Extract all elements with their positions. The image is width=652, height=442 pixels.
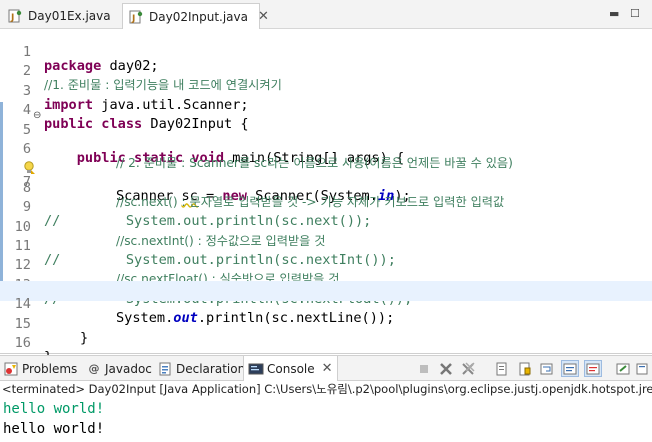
tab-label: Day02Input.java [149,9,248,24]
tab-problems[interactable]: Problems [3,356,77,381]
console-status-header: <terminated> Day02Input [Java Applicatio… [0,381,652,398]
tab-label: Console [267,361,315,376]
tab-label: Declaration [176,361,246,376]
console-input-line: hello world! [3,401,105,417]
code-line: 1 package day02; [0,29,652,74]
code-line: 4 public class Day02Input { [0,87,652,132]
warning-lightbulb-icon[interactable] [0,147,35,175]
scroll-lock-icon[interactable] [516,360,534,377]
word-wrap-icon[interactable] [538,360,556,377]
code-line: 9 // System.out.println(sc.next()); [0,184,652,229]
java-file-icon: J [129,10,143,24]
show-on-stdout-icon[interactable] [561,360,579,377]
display-selected-console-icon[interactable] [634,360,652,377]
tab-declaration[interactable]: Declaration [157,356,245,381]
code-line: 15 } [0,301,652,346]
tab-label: Day01Ex.java [28,9,111,23]
console-output-line: hello world! [3,421,105,437]
problems-icon [3,361,19,377]
code-editor[interactable]: 1 package day02; 2 //1. 준비물 : 입력기능을 내 코드… [0,29,652,365]
fold-toggle-icon[interactable]: ⊖ [33,108,41,124]
code-line: 2 //1. 준비물 : 입력기능을 내 코드에 연결시켜기 [0,48,652,92]
code-line: 13 // System.out.println(sc.nextFloat())… [0,262,652,307]
minimize-icon[interactable]: ▬ [609,7,619,20]
code-line: 12 //sc.nextFloat() : 실숫밧으로 입력받을 것 [0,242,652,286]
tab-label: Problems [22,361,78,376]
declaration-icon [157,361,173,377]
close-icon[interactable]: ✕ [258,9,269,24]
code-line: 11 // System.out.println(sc.nextInt()); [0,223,652,268]
tab-day01ex[interactable]: J Day01Ex.java [2,3,122,29]
remove-all-terminated-icon[interactable] [459,360,477,377]
maximize-icon[interactable]: ☐ [630,7,640,20]
tab-javadoc[interactable]: @ Javadoc [86,356,152,381]
code-line: 6 // 2. 준비물 : Scanner를 sc라는 이름으로 사용(이름은 … [0,126,652,170]
code-line: 8 //sc.next() : 문자열로 입력받을 것 -> 기능 자체가 키보… [0,165,652,209]
clear-console-icon[interactable] [493,360,511,377]
tab-label: Javadoc [105,361,152,376]
svg-text:J: J [131,14,135,24]
svg-text:J: J [10,13,14,23]
java-file-icon: J [8,9,22,23]
bottom-view-tabs: Problems @ Javadoc Declaration Console ✕ [0,355,652,381]
editor-tab-bar: J Day01Ex.java J Day02Input.java ✕ ▬ ☐ [0,0,652,29]
terminate-icon[interactable] [415,360,433,377]
javadoc-icon: @ [88,362,100,375]
tab-day02input[interactable]: J Day02Input.java ✕ [122,3,269,29]
code-line: 3 import java.util.Scanner; [0,68,652,113]
code-line: 16 } [0,320,652,365]
line-number: 16 [14,335,31,351]
pin-console-icon[interactable] [614,360,632,377]
remove-launch-icon[interactable] [437,360,455,377]
code-line: 10 //sc.nextInt() : 정수값으로 입력받을 것 [0,204,652,248]
code-line-active: 14 System.out.println(sc.nextLine()); [0,281,652,326]
show-on-stderr-icon[interactable] [584,360,602,377]
close-icon[interactable]: ✕ [322,361,333,376]
code-line: 5 ⊖ public static void main(String[] arg… [0,107,652,166]
console-icon [248,361,264,377]
console-output[interactable]: hello world! hello world! [0,398,652,442]
code-line: 7 Scanner sc = new Scanner(System.in); [0,145,652,204]
tab-console[interactable]: Console ✕ [243,356,338,381]
